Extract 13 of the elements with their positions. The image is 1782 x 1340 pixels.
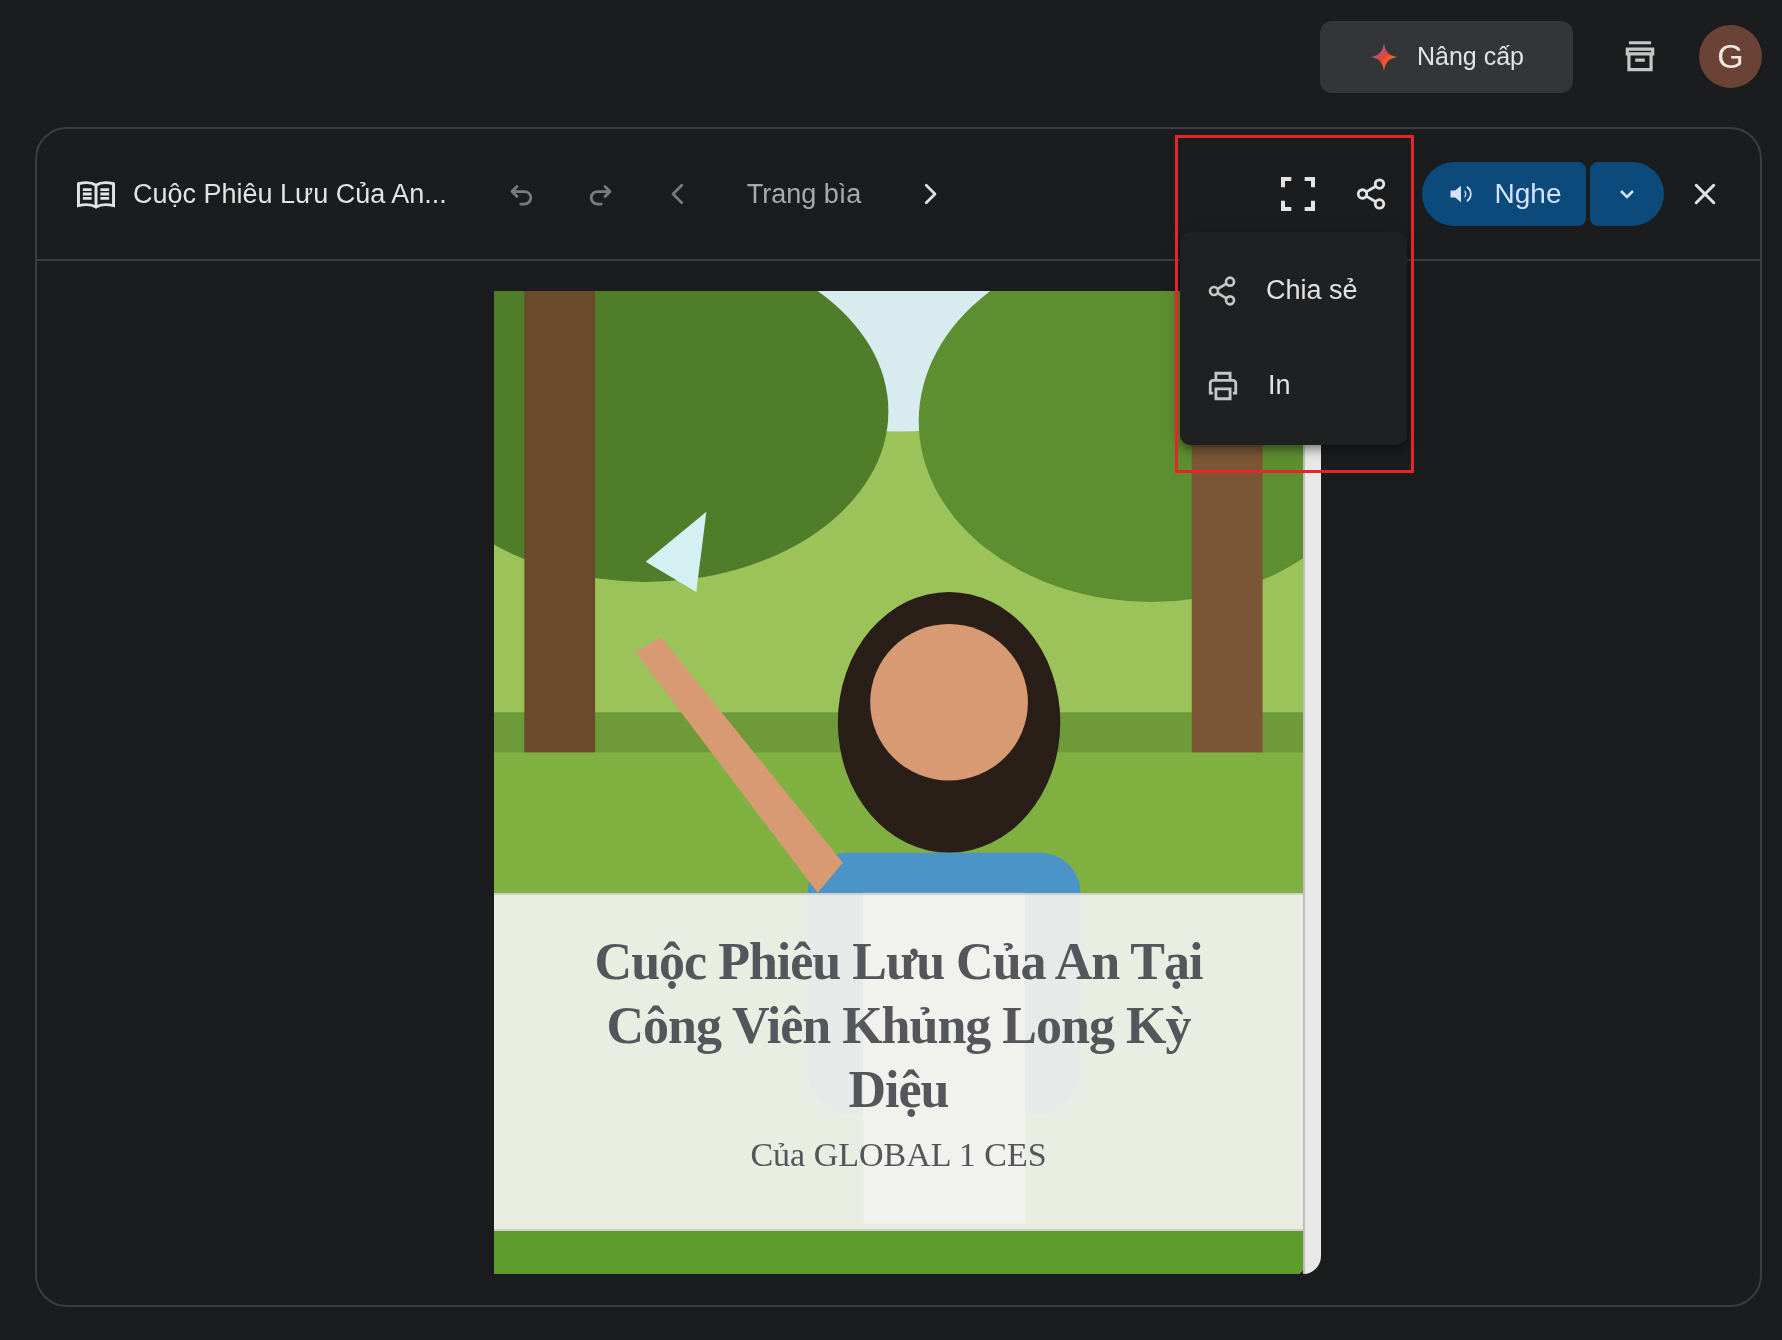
share-icon — [1206, 274, 1238, 307]
listen-button[interactable]: Nghe — [1422, 162, 1586, 226]
book-title: Cuộc Phiêu Lưu Của An... — [133, 178, 447, 210]
fullscreen-icon[interactable] — [1278, 174, 1318, 214]
cover-author: Của GLOBAL 1 CES — [750, 1136, 1047, 1174]
share-menu-item[interactable]: Chia sẻ — [1206, 274, 1407, 307]
share-icon[interactable] — [1354, 177, 1388, 211]
print-menu-item[interactable]: In — [1206, 368, 1407, 403]
cover-title: Cuộc Phiêu Lưu Của An Tại Công Viên Khủng Long Kỳ Diệu — [593, 932, 1204, 1120]
upgrade-button[interactable]: Nâng cấp — [1320, 20, 1573, 93]
avatar[interactable]: G — [1699, 25, 1762, 88]
page-label: Trang bìa — [746, 178, 862, 210]
book-icon — [77, 179, 115, 209]
